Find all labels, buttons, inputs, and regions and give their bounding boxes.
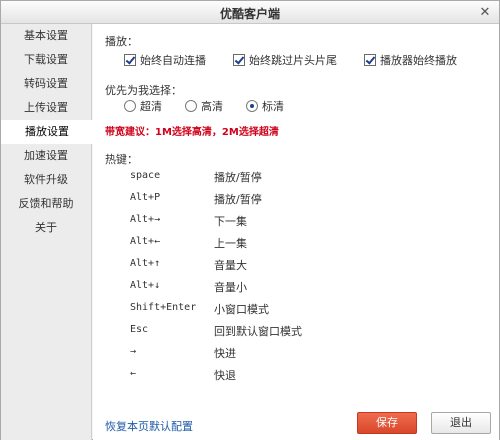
hotkey-key: space xyxy=(130,170,161,181)
save-button[interactable]: 保存 xyxy=(357,412,417,434)
sidebar-item-transcode[interactable]: 转码设置 xyxy=(1,72,91,96)
hotkey-action: 音量大 xyxy=(214,259,247,272)
hotkey-action: 下一集 xyxy=(214,215,247,228)
auto-continue-label: 始终自动连播 xyxy=(140,54,206,67)
hotkey-action: 回到默认窗口模式 xyxy=(214,325,302,338)
quality-high-radio[interactable]: 高清 xyxy=(185,98,223,114)
sidebar-item-acceleration[interactable]: 加速设置 xyxy=(1,144,91,168)
sidebar-item-playback[interactable]: 播放设置 xyxy=(1,120,93,144)
settings-sidebar: 基本设置 下载设置 转码设置 上传设置 播放设置 加速设置 软件升级 反馈和帮助… xyxy=(1,24,93,440)
quality-standard-label: 标清 xyxy=(262,100,284,113)
sidebar-item-basic[interactable]: 基本设置 xyxy=(1,24,91,48)
sidebar-item-download[interactable]: 下载设置 xyxy=(1,48,91,72)
sidebar-item-upgrade[interactable]: 软件升级 xyxy=(1,168,91,192)
sidebar-item-upload[interactable]: 上传设置 xyxy=(1,96,91,120)
close-icon[interactable]: ✕ xyxy=(477,5,493,20)
hotkey-action: 上一集 xyxy=(214,237,247,250)
hotkey-key: Esc xyxy=(130,324,149,335)
hotkey-key: Shift+Enter xyxy=(130,302,197,313)
hotkey-action: 快进 xyxy=(214,347,236,360)
hotkey-key: ← xyxy=(130,368,137,379)
checkbox-checked-icon xyxy=(233,54,245,66)
checkbox-checked-icon xyxy=(364,54,376,66)
sidebar-item-feedback[interactable]: 反馈和帮助 xyxy=(1,192,91,216)
title-bar: 优酷客户端 ✕ xyxy=(1,1,499,24)
hotkeys-section-label: 热键： xyxy=(105,153,138,166)
hotkey-action: 小窗口模式 xyxy=(214,303,269,316)
sidebar-item-about[interactable]: 关于 xyxy=(1,216,91,240)
skip-intro-outro-label: 始终跳过片头片尾 xyxy=(249,54,337,67)
auto-continue-checkbox[interactable]: 始终自动连播 xyxy=(124,52,206,68)
playback-section-label: 播放： xyxy=(105,35,138,48)
hotkey-key: Alt+↓ xyxy=(130,280,161,291)
exit-button[interactable]: 退出 xyxy=(431,412,491,434)
hotkey-key: Alt+→ xyxy=(130,214,161,225)
hotkey-action: 播放/暂停 xyxy=(214,171,262,184)
player-always-play-checkbox[interactable]: 播放器始终播放 xyxy=(364,52,457,68)
player-always-play-label: 播放器始终播放 xyxy=(380,54,457,67)
quality-super-label: 超清 xyxy=(140,100,162,113)
hotkey-action: 播放/暂停 xyxy=(214,193,262,206)
hotkey-action: 音量小 xyxy=(214,281,247,294)
bandwidth-advice: 带宽建议：1M选择高清，2M选择超清 xyxy=(105,127,279,138)
checkbox-checked-icon xyxy=(124,54,136,66)
hotkey-key: Alt+P xyxy=(130,192,161,203)
restore-defaults-link[interactable]: 恢复本页默认配置 xyxy=(105,418,193,434)
radio-selected-icon xyxy=(246,100,258,112)
hotkey-key: Alt+↑ xyxy=(130,258,161,269)
quality-super-radio[interactable]: 超清 xyxy=(124,98,162,114)
settings-content: 播放： 始终自动连播 始终跳过片头片尾 播放器始终播放 优先为我选择： 超清 高… xyxy=(93,24,499,440)
hotkey-key: → xyxy=(130,346,137,357)
window-title: 优酷客户端 xyxy=(219,7,280,21)
hotkey-key: Alt+← xyxy=(130,236,161,247)
quality-standard-radio[interactable]: 标清 xyxy=(246,98,284,114)
radio-icon xyxy=(124,100,136,112)
quality-high-label: 高清 xyxy=(201,100,223,113)
radio-icon xyxy=(185,100,197,112)
skip-intro-outro-checkbox[interactable]: 始终跳过片头片尾 xyxy=(233,52,337,68)
quality-section-label: 优先为我选择： xyxy=(105,84,182,97)
hotkey-action: 快退 xyxy=(214,369,236,382)
settings-window: 优酷客户端 ✕ 基本设置 下载设置 转码设置 上传设置 播放设置 加速设置 软件… xyxy=(0,0,500,440)
